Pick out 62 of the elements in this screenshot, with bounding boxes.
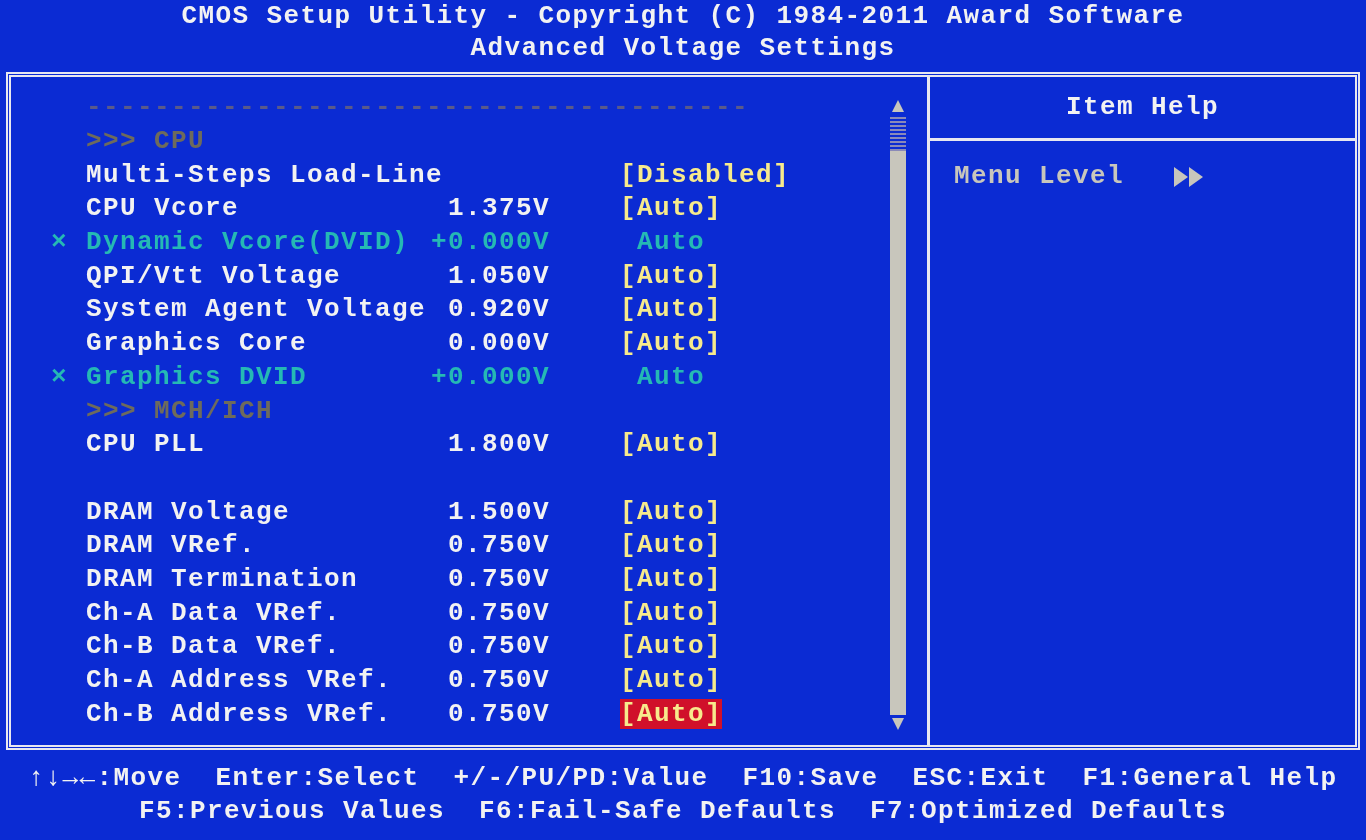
key-hint: F10:Save — [742, 762, 879, 795]
setting-name: Ch-A Address VRef. — [86, 664, 394, 698]
setting-value[interactable]: [Auto] — [620, 193, 722, 224]
disabled-marker: × — [51, 227, 68, 258]
setting-name: DRAM Termination — [86, 562, 360, 596]
key-hint: F6:Fail-Safe Defaults — [478, 795, 836, 828]
setting-name: Ch-B Data VRef. — [86, 630, 343, 664]
setting-value[interactable]: [Auto] — [620, 563, 722, 594]
screen-title: CMOS Setup Utility - Copyright (C) 1984-2011 Award Software — [181, 0, 1185, 32]
menu-level-label: Menu Level — [954, 160, 1125, 193]
setting-name: Graphics Core — [86, 327, 309, 361]
section-header: >>> MCH/ICH — [86, 394, 274, 428]
setting-value[interactable]: [Auto] — [620, 665, 722, 696]
scroll-down-icon[interactable] — [891, 717, 905, 731]
scroll-up-icon[interactable] — [891, 99, 905, 113]
key-hint: ESC:Exit — [912, 762, 1049, 795]
voltage-reading: 0.920V — [448, 293, 550, 327]
help-title: Item Help — [1066, 91, 1219, 124]
voltage-reading: 0.750V — [448, 630, 550, 664]
setting-name: System Agent Voltage — [86, 293, 428, 327]
setting-value[interactable]: [Auto] — [620, 294, 722, 325]
voltage-reading: 0.000V — [448, 327, 550, 361]
key-hint: ↑↓→←:Move — [28, 762, 182, 795]
setting-name: CPU Vcore — [86, 192, 241, 226]
voltage-reading: 1.375V — [448, 192, 550, 226]
voltage-reading: 0.750V — [448, 596, 550, 630]
key-hint: +/-/PU/PD:Value — [453, 762, 709, 795]
setting-name: DRAM Voltage — [86, 495, 292, 529]
setting-value[interactable]: [Auto] — [620, 698, 722, 729]
voltage-reading: +0.000V — [430, 226, 550, 260]
key-hint: F7:Optimized Defaults — [870, 795, 1228, 828]
voltage-reading: 1.050V — [448, 259, 550, 293]
voltage-reading: 0.750V — [448, 664, 550, 698]
setting-name: Ch-B Address VRef. — [86, 697, 394, 731]
separator-dashes: --------------------------------------- — [86, 91, 750, 125]
scrollbar[interactable] — [890, 117, 906, 715]
setting-value[interactable]: [Auto] — [620, 530, 722, 561]
setting-value[interactable]: [Auto] — [620, 597, 722, 628]
setting-name: QPI/Vtt Voltage — [86, 259, 343, 293]
key-hint: F5:Previous Values — [138, 795, 445, 828]
voltage-reading: 1.500V — [448, 495, 550, 529]
voltage-reading: 0.750V — [448, 562, 550, 596]
setting-value[interactable]: [Auto] — [620, 496, 722, 527]
disabled-marker: × — [51, 361, 68, 392]
voltage-reading: 0.750V — [448, 529, 550, 563]
key-hint: F1:General Help — [1082, 762, 1338, 795]
key-hint: Enter:Select — [215, 762, 420, 795]
voltage-reading: +0.000V — [430, 360, 550, 394]
setting-value[interactable]: [Auto] — [620, 631, 722, 662]
setting-value[interactable]: [Disabled] — [620, 159, 791, 190]
setting-value[interactable]: [Auto] — [620, 328, 722, 359]
setting-name: Ch-A Data VRef. — [86, 596, 343, 630]
setting-name: DRAM VRef. — [86, 529, 258, 563]
double-arrow-icon — [1174, 166, 1205, 187]
setting-name: Multi-Steps Load-Line — [86, 158, 444, 192]
voltage-reading: 0.750V — [448, 697, 550, 731]
setting-value[interactable]: [Auto] — [620, 260, 722, 291]
setting-value[interactable]: [Auto] — [620, 429, 722, 460]
section-header: >>> CPU — [86, 125, 206, 159]
screen-title: Advanced Voltage Settings — [470, 32, 896, 64]
setting-name: CPU PLL — [86, 428, 207, 462]
voltage-reading: 1.800V — [448, 428, 550, 462]
